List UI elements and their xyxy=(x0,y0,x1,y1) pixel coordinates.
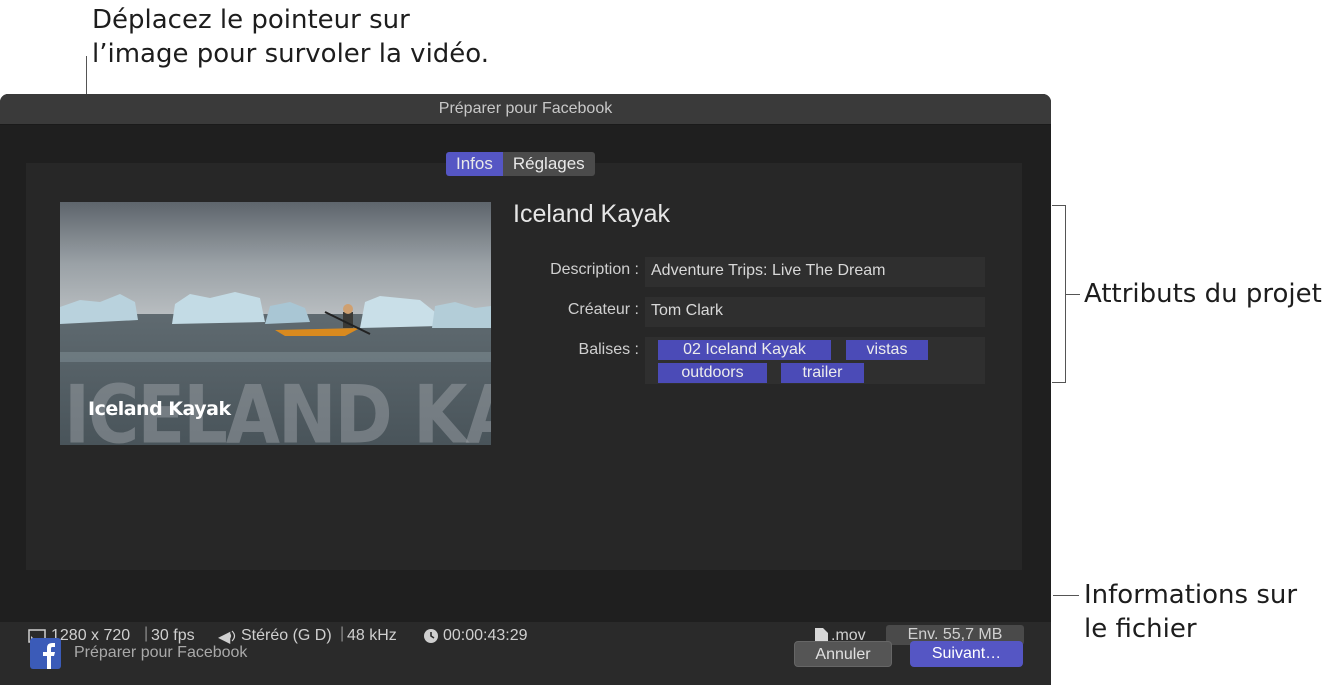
description-label: Description : xyxy=(550,261,639,278)
fps-text: 30 fps xyxy=(151,627,195,644)
tags-label: Balises : xyxy=(578,341,639,358)
callout-file-info-line1: Informations sur xyxy=(1084,580,1298,610)
tab-infos[interactable]: Infos xyxy=(446,152,503,176)
creator-field[interactable]: Tom Clark xyxy=(645,297,985,327)
video-thumbnail[interactable]: ICELAND KAYAK Iceland Kayak xyxy=(60,202,491,445)
bracket-pointer xyxy=(1066,294,1080,295)
audio-text: Stéréo (G D) xyxy=(241,627,332,644)
clock-icon xyxy=(424,629,438,643)
resolution-text: 1280 x 720 xyxy=(51,627,131,644)
creator-label: Créateur : xyxy=(567,301,639,318)
share-dialog: Préparer pour Facebook Infos Réglages IC… xyxy=(0,94,1051,685)
cancel-button[interactable]: Annuler xyxy=(794,641,892,667)
tag-item[interactable]: 02 Iceland Kayak xyxy=(658,340,831,360)
duration-text: 00:00:43:29 xyxy=(443,627,528,644)
callout-file-info-line xyxy=(1053,595,1079,596)
callout-hover-line2: l’image pour survoler la vidéo. xyxy=(92,39,490,69)
tab-control: Infos Réglages xyxy=(446,152,595,176)
thumbnail-small-title: Iceland Kayak xyxy=(88,398,231,420)
speaker-waves xyxy=(228,630,236,642)
separator: | xyxy=(340,625,345,642)
project-title: Iceland Kayak xyxy=(513,200,671,228)
footer-share-label: Préparer pour Facebook xyxy=(74,644,248,661)
tag-item[interactable]: vistas xyxy=(846,340,928,360)
description-field[interactable]: Adventure Trips: Live The Dream xyxy=(645,257,985,287)
callout-file-info-line2: le fichier xyxy=(1084,614,1197,644)
bracket-top xyxy=(1052,205,1066,206)
tag-item[interactable]: trailer xyxy=(781,363,864,383)
facebook-glyph xyxy=(43,643,55,669)
callout-hover-line1: Déplacez le pointeur sur xyxy=(92,5,410,35)
next-button[interactable]: Suivant… xyxy=(910,641,1023,667)
tag-item[interactable]: outdoors xyxy=(658,363,767,383)
tab-reglages[interactable]: Réglages xyxy=(502,152,595,176)
sample-rate-text: 48 kHz xyxy=(347,627,397,644)
separator: | xyxy=(144,625,149,642)
dialog-title: Préparer pour Facebook xyxy=(0,94,1051,125)
callout-project-attributes: Attributs du projet xyxy=(1084,279,1322,309)
bracket-bottom xyxy=(1052,382,1066,383)
facebook-icon xyxy=(30,638,61,669)
